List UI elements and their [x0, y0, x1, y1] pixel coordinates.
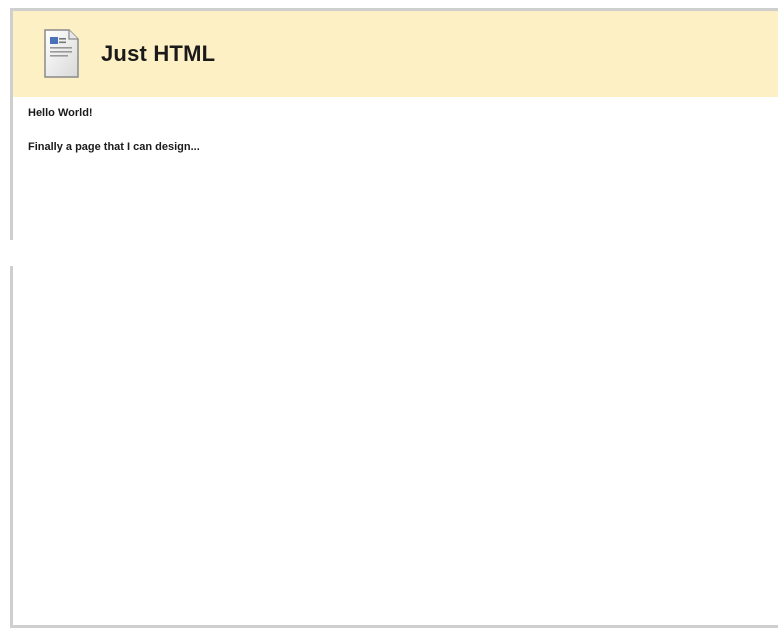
content-panel: Just HTML Hello World! Finally a page th… [10, 8, 778, 628]
html-document-icon [44, 29, 79, 78]
panel-header: Just HTML [13, 11, 778, 97]
panel-title: Just HTML [101, 41, 216, 66]
message-text: Finally a page that I can design... [28, 141, 200, 153]
greeting-text: Hello World! [28, 107, 93, 119]
frame-gap [0, 240, 14, 266]
panel-body: Hello World! Finally a page that I can d… [13, 97, 778, 153]
